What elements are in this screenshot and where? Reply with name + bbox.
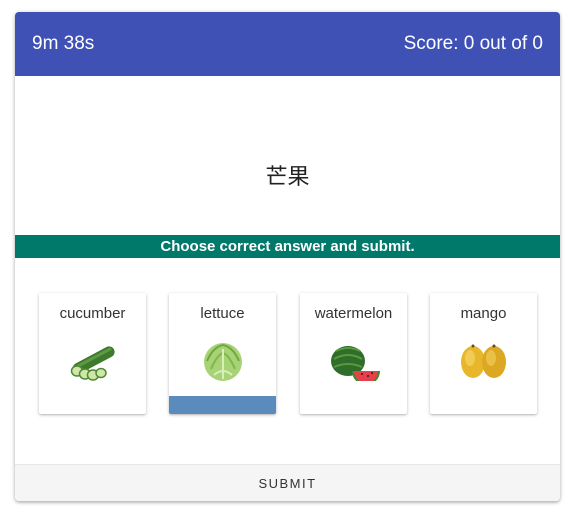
- question-word: 芒果: [265, 165, 310, 190]
- cucumber-icon: [39, 339, 146, 383]
- option-label: mango: [460, 305, 507, 322]
- submit-button[interactable]: SUBMIT: [15, 464, 560, 501]
- instruction-banner: Choose correct answer and submit.: [15, 235, 560, 258]
- option-card-mango[interactable]: mango: [430, 293, 537, 414]
- mango-icon: [430, 339, 537, 383]
- lettuce-icon: [169, 339, 276, 383]
- watermelon-icon: [300, 339, 407, 383]
- score: Score: 0 out of 0: [403, 33, 543, 54]
- timer: 9m 38s: [32, 33, 95, 54]
- option-label: watermelon: [314, 305, 393, 322]
- header-bar: 9m 38s Score: 0 out of 0: [15, 12, 560, 76]
- option-card-cucumber[interactable]: cucumber: [39, 293, 146, 414]
- option-card-watermelon[interactable]: watermelon: [300, 293, 407, 414]
- option-card-lettuce[interactable]: lettuce: [169, 293, 276, 414]
- selected-indicator: [169, 396, 276, 414]
- option-label: cucumber: [59, 305, 126, 322]
- option-label: lettuce: [200, 305, 245, 322]
- quiz-card: 9m 38s Score: 0 out of 0 芒果 Choose corre…: [15, 12, 560, 501]
